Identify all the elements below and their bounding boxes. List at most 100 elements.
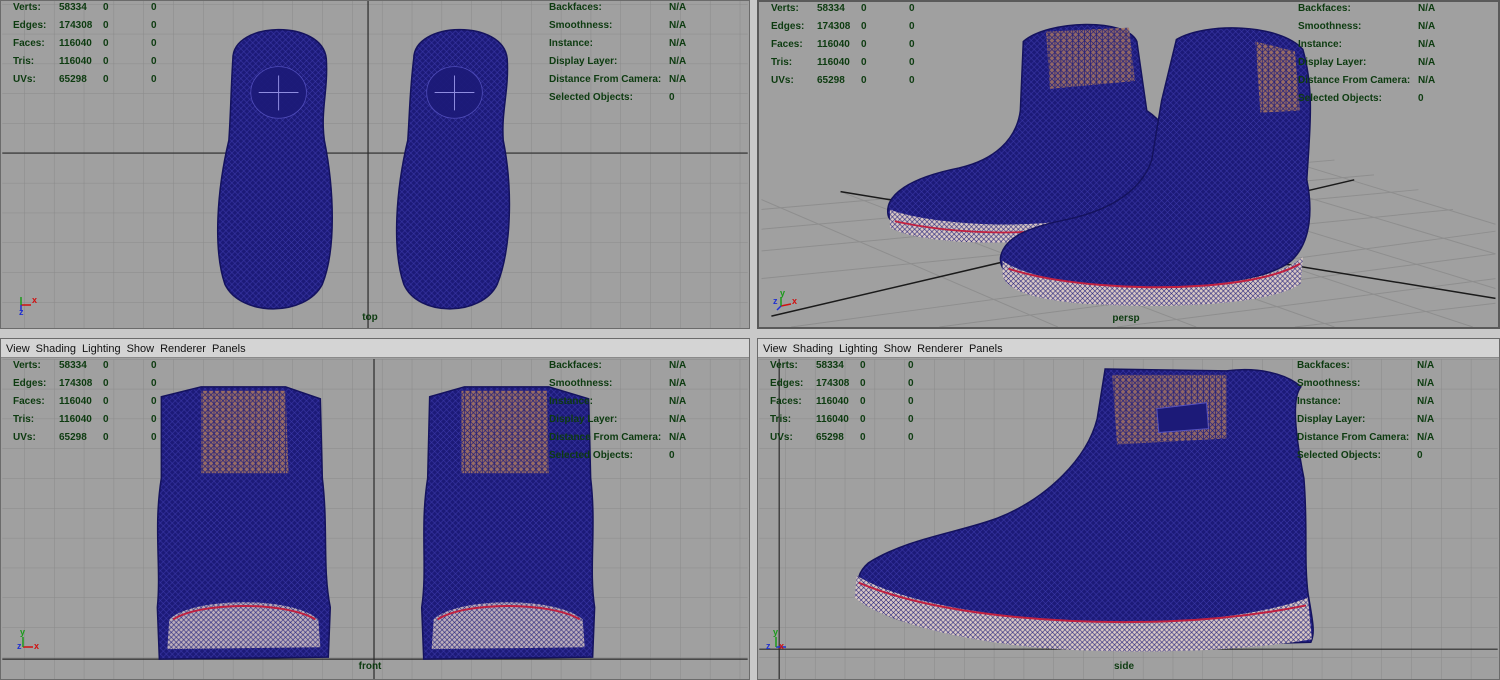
hud-detail-value: 0 bbox=[1418, 92, 1424, 104]
hud-detail-value: N/A bbox=[669, 1, 687, 13]
viewport-panel-persp[interactable]: Verts: 58334 0 0 Edges: 174308 0 0 Faces: 116040 0… bbox=[757, 0, 1500, 329]
menu-view[interactable]: View bbox=[763, 343, 787, 355]
menu-lighting[interactable]: Lighting bbox=[82, 343, 121, 355]
viewport-panel-side[interactable]: View Shading Lighting Show Renderer Panels Ve… bbox=[757, 338, 1500, 680]
hud-stat-row: UVs: 65298 0 0 bbox=[13, 70, 199, 88]
axis-gizmo-side: y z x bbox=[766, 627, 796, 655]
hud-stat-a: 0 bbox=[103, 55, 109, 67]
hud-stat-row: Verts: 58334 0 0 bbox=[13, 1, 199, 16]
hud-detail-value: N/A bbox=[669, 395, 687, 407]
hud-poly-count: Verts: 58334 0 0 Edges: 174308 0 0 Faces: 116040 0… bbox=[13, 356, 199, 446]
hud-stat-label: UVs: bbox=[13, 73, 36, 85]
axis-gizmo-persp: x y z bbox=[773, 288, 803, 316]
menu-renderer[interactable]: Renderer bbox=[160, 343, 206, 355]
hud-detail-label: Instance: bbox=[1297, 395, 1341, 407]
menu-renderer[interactable]: Renderer bbox=[917, 343, 963, 355]
hud-stat-a: 0 bbox=[103, 413, 109, 425]
hud-stat-b: 0 bbox=[909, 74, 915, 86]
hud-stat-row: Faces: 116040 0 0 bbox=[13, 34, 199, 52]
hud-stat-row: Edges: 174308 0 0 bbox=[13, 16, 199, 34]
menu-panels[interactable]: Panels bbox=[212, 343, 246, 355]
viewport-panel-top[interactable]: Verts: 58334 0 0 Edges: 174308 0 0 Faces: 116040 0… bbox=[0, 0, 750, 329]
axis-x-label: x bbox=[34, 641, 40, 651]
hud-stat-b: 0 bbox=[909, 2, 915, 14]
hud-stat-value: 58334 bbox=[59, 359, 87, 371]
axis-x-label: x bbox=[32, 295, 38, 305]
hud-detail-value: N/A bbox=[669, 413, 687, 425]
hud-stat-a: 0 bbox=[860, 377, 866, 389]
hud-stat-b: 0 bbox=[151, 1, 157, 13]
hud-stat-row: Verts: 58334 0 0 bbox=[771, 2, 957, 17]
viewport-persp[interactable]: Verts: 58334 0 0 Edges: 174308 0 0 Faces: 116040 0… bbox=[759, 2, 1498, 327]
menu-lighting[interactable]: Lighting bbox=[839, 343, 878, 355]
hud-detail-label: Smoothness: bbox=[549, 377, 613, 389]
hud-object-details: Backfaces: N/A Smoothness: N/A Instance: N/A D… bbox=[549, 1, 687, 106]
hud-stat-row: Faces: 116040 0 0 bbox=[13, 392, 199, 410]
hud-stat-value: 116040 bbox=[816, 413, 849, 425]
viewport-side[interactable]: Verts: 58334 0 0 Edges: 174308 0 0 Faces: 116040 0… bbox=[758, 359, 1499, 679]
axis-y-label: y bbox=[780, 288, 786, 298]
viewport-front[interactable]: Verts: 58334 0 0 Edges: 174308 0 0 Faces: 116040 0… bbox=[1, 359, 749, 679]
menu-show[interactable]: Show bbox=[884, 343, 912, 355]
menu-shading[interactable]: Shading bbox=[793, 343, 833, 355]
viewport-panel-front[interactable]: View Shading Lighting Show Renderer Panels bbox=[0, 338, 750, 680]
hud-stat-label: Edges: bbox=[13, 377, 47, 389]
hud-stat-a: 0 bbox=[860, 431, 866, 443]
hud-poly-count: Verts: 58334 0 0 Edges: 174308 0 0 Faces: 116040 0… bbox=[13, 1, 199, 88]
hud-stat-label: Tris: bbox=[771, 56, 793, 68]
hud-stat-row: Faces: 116040 0 0 bbox=[770, 392, 956, 410]
hud-detail-row: Distance From Camera: N/A bbox=[1298, 71, 1435, 89]
hud-detail-row: Display Layer: N/A bbox=[549, 410, 686, 428]
hud-stat-row: Tris: 116040 0 0 bbox=[13, 410, 199, 428]
axis-z-label: z bbox=[766, 641, 771, 651]
hud-stat-b: 0 bbox=[909, 20, 915, 32]
hud-stat-b: 0 bbox=[151, 413, 157, 425]
viewport-top[interactable]: Verts: 58334 0 0 Edges: 174308 0 0 Faces: 116040 0… bbox=[1, 1, 749, 328]
hud-detail-value: 0 bbox=[669, 91, 675, 103]
hud-detail-row: Backfaces: N/A bbox=[549, 356, 686, 374]
hud-detail-value: N/A bbox=[1418, 38, 1436, 50]
hud-stat-value: 174308 bbox=[59, 19, 93, 31]
hud-stat-row: Faces: 116040 0 0 bbox=[771, 35, 957, 53]
hud-stat-value: 174308 bbox=[59, 377, 93, 389]
hud-stat-value: 174308 bbox=[816, 377, 850, 389]
hud-stat-a: 0 bbox=[103, 19, 109, 31]
hud-stat-a: 0 bbox=[860, 413, 866, 425]
hud-stat-label: UVs: bbox=[13, 431, 36, 443]
hud-detail-value: N/A bbox=[669, 359, 687, 371]
hud-stat-value: 116040 bbox=[817, 56, 850, 68]
menu-show[interactable]: Show bbox=[127, 343, 155, 355]
hud-stat-a: 0 bbox=[103, 1, 109, 13]
hud-stat-value: 116040 bbox=[817, 38, 850, 50]
hud-stat-label: Edges: bbox=[771, 20, 805, 32]
axis-x-label: x bbox=[779, 641, 785, 651]
hud-stat-b: 0 bbox=[908, 413, 914, 425]
hud-stat-label: Edges: bbox=[770, 377, 804, 389]
hud-detail-label: Smoothness: bbox=[549, 19, 613, 31]
hud-stat-b: 0 bbox=[908, 395, 914, 407]
hud-stat-value: 116040 bbox=[816, 395, 849, 407]
hud-stat-value: 65298 bbox=[59, 73, 87, 85]
hud-detail-label: Display Layer: bbox=[549, 413, 618, 425]
hud-detail-row: Smoothness: N/A bbox=[1297, 374, 1434, 392]
hud-detail-value: N/A bbox=[1417, 431, 1435, 443]
menu-shading[interactable]: Shading bbox=[36, 343, 76, 355]
hud-stat-label: Faces: bbox=[13, 395, 45, 407]
camera-label-front: front bbox=[358, 661, 382, 672]
hud-detail-value: N/A bbox=[1417, 395, 1435, 407]
hud-stat-label: UVs: bbox=[770, 431, 793, 443]
menu-view[interactable]: View bbox=[6, 343, 30, 355]
hud-stat-label: UVs: bbox=[771, 74, 794, 86]
hud-stat-b: 0 bbox=[908, 377, 914, 389]
menu-panels[interactable]: Panels bbox=[969, 343, 1003, 355]
hud-stat-value: 58334 bbox=[59, 1, 87, 13]
hud-stat-value: 116040 bbox=[59, 395, 92, 407]
hud-detail-row: Backfaces: N/A bbox=[549, 1, 687, 16]
hud-stat-row: Edges: 174308 0 0 bbox=[771, 17, 957, 35]
hud-stat-label: Edges: bbox=[13, 19, 47, 31]
camera-label-top: top bbox=[362, 312, 378, 323]
hud-stat-row: Tris: 116040 0 0 bbox=[771, 53, 957, 71]
hud-detail-value: N/A bbox=[669, 73, 687, 85]
hud-detail-value: N/A bbox=[669, 377, 687, 389]
hud-stat-a: 0 bbox=[860, 395, 866, 407]
